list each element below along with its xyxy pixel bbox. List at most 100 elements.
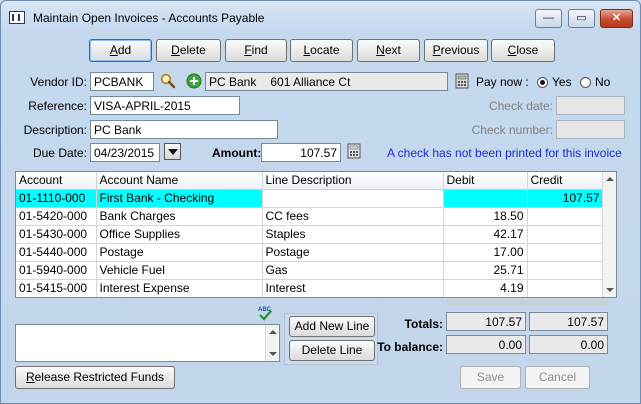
cell-account[interactable]: 01-5440-000 — [16, 243, 97, 262]
cell-line-description[interactable]: CC fees — [262, 207, 444, 226]
distribution-grid[interactable]: Account Account Name Line Description De… — [15, 171, 617, 298]
col-account-name[interactable]: Account Name — [96, 172, 263, 190]
credit-balance: 0.00 — [529, 335, 608, 354]
check-date-input[interactable] — [556, 96, 625, 115]
line-actions-group: Add New Line Delete Line — [284, 313, 378, 365]
release-restricted-funds-button[interactable]: Release Restricted Funds — [15, 366, 175, 389]
description-input[interactable]: PC Bank — [90, 120, 278, 139]
cell-debit[interactable]: 42.17 — [443, 225, 528, 244]
invoice-window: Maintain Open Invoices - Accounts Payabl… — [0, 0, 641, 404]
cell-account-name[interactable]: Postage — [96, 243, 263, 262]
cell-debit[interactable]: 25.71 — [443, 261, 528, 280]
table-row[interactable]: 01-1110-000 First Bank - Checking 107.57 — [16, 189, 604, 208]
spell-check-icon[interactable]: ABC — [257, 305, 273, 321]
cell-debit[interactable]: 17.00 — [443, 243, 528, 262]
pay-now-label: Pay now : — [476, 75, 529, 89]
cell-debit[interactable] — [443, 189, 528, 208]
pay-now-no-label: No — [595, 75, 611, 89]
delete-line-button[interactable]: Delete Line — [289, 340, 375, 361]
close-window-button[interactable]: ✕ — [600, 9, 633, 28]
cell-credit[interactable] — [527, 279, 604, 297]
scroll-down-icon[interactable] — [269, 352, 277, 356]
cell-account[interactable]: 01-5415-000 — [16, 279, 97, 297]
col-line-description[interactable]: Line Description — [262, 172, 444, 190]
totals-label: Totals: — [404, 317, 443, 331]
add-vendor-icon[interactable] — [186, 73, 202, 89]
grid-scrollbar[interactable] — [602, 172, 616, 297]
notes-textarea[interactable] — [15, 324, 280, 362]
vendor-id-input[interactable]: PCBANK — [90, 72, 154, 91]
vendor-id-label: Vendor ID: — [30, 75, 87, 89]
pay-now-yes-label: Yes — [552, 75, 572, 89]
cell-credit[interactable] — [527, 243, 604, 262]
calculator-icon[interactable] — [454, 73, 470, 89]
cell-debit[interactable]: 4.19 — [443, 279, 528, 297]
cell-account-name[interactable]: Bank Charges — [96, 207, 263, 226]
cell-account[interactable]: 01-5940-000 — [16, 261, 97, 280]
add-new-line-button[interactable]: Add New Line — [289, 316, 375, 337]
due-date-input[interactable]: 04/23/2015 — [90, 143, 160, 162]
pay-now-yes-radio[interactable] — [537, 77, 548, 88]
table-row[interactable]: 01-5940-000 Vehicle Fuel Gas 25.71 — [16, 261, 604, 280]
check-number-label: Check number: — [471, 123, 553, 137]
previous-button[interactable]: Previous — [424, 39, 488, 62]
table-row[interactable]: 01-5415-000 Interest Expense Interest 4.… — [16, 279, 604, 297]
pay-now-no-radio[interactable] — [580, 77, 591, 88]
cell-account[interactable]: 01-1110-000 — [16, 189, 97, 208]
table-row[interactable]: 01-5430-000 Office Supplies Staples 42.1… — [16, 225, 604, 244]
table-row[interactable]: 01-5420-000 Bank Charges CC fees 18.50 — [16, 207, 604, 226]
cell-line-description[interactable]: Postage — [262, 243, 444, 262]
cell-line-description[interactable]: Staples — [262, 225, 444, 244]
find-button[interactable]: Find — [225, 39, 287, 62]
amount-input[interactable]: 107.57 — [261, 143, 341, 162]
cancel-button[interactable]: Cancel — [525, 366, 590, 389]
scroll-up-icon[interactable] — [606, 177, 614, 181]
cell-credit[interactable] — [527, 225, 604, 244]
add-button[interactable]: Add — [89, 39, 152, 62]
next-button[interactable]: Next — [357, 39, 420, 62]
cell-debit[interactable]: 18.50 — [443, 207, 528, 226]
cell-account-name[interactable]: Vehicle Fuel — [96, 261, 263, 280]
reference-input[interactable]: VISA-APRIL-2015 — [90, 96, 240, 115]
cell-credit[interactable] — [527, 261, 604, 280]
cell-credit[interactable] — [527, 207, 604, 226]
check-status-notice: A check has not been printed for this in… — [387, 146, 622, 160]
calculator-icon[interactable] — [346, 143, 362, 159]
vendor-name-display: PC Bank 601 Alliance Ct — [205, 72, 448, 91]
window-title: Maintain Open Invoices - Accounts Payabl… — [33, 11, 265, 25]
cell-credit[interactable]: 107.57 — [527, 189, 604, 208]
cell-line-description[interactable]: Interest — [262, 279, 444, 297]
col-debit[interactable]: Debit — [443, 172, 528, 190]
check-date-label: Check date: — [488, 99, 553, 113]
notes-scrollbar[interactable] — [265, 325, 279, 361]
cell-line-description[interactable] — [262, 189, 444, 208]
date-picker-button[interactable] — [164, 143, 181, 160]
col-account[interactable]: Account — [16, 172, 97, 190]
amount-label: Amount: — [212, 146, 262, 160]
delete-button[interactable]: Delete — [156, 39, 221, 62]
distribution-table: Account Account Name Line Description De… — [16, 172, 604, 297]
cell-line-description[interactable]: Gas — [262, 261, 444, 280]
minimize-button[interactable]: — — [535, 9, 562, 28]
chevron-down-icon — [168, 149, 178, 155]
scroll-down-icon[interactable] — [606, 288, 614, 292]
maximize-button[interactable]: ▭ — [568, 9, 595, 28]
cell-account[interactable]: 01-5420-000 — [16, 207, 97, 226]
search-icon[interactable] — [160, 73, 176, 89]
cell-account-name[interactable]: First Bank - Checking — [96, 189, 263, 208]
save-button[interactable]: Save — [460, 366, 521, 389]
main-panel: Add Delete Find Locate Next Previous Clo… — [9, 31, 634, 399]
cell-account[interactable]: 01-5430-000 — [16, 225, 97, 244]
cell-account-name[interactable]: Interest Expense — [96, 279, 263, 297]
totals-separator — [446, 300, 608, 305]
app-icon — [9, 11, 25, 24]
col-credit[interactable]: Credit — [527, 172, 604, 190]
check-number-input[interactable] — [556, 120, 625, 139]
description-label: Description: — [23, 123, 87, 137]
cell-account-name[interactable]: Office Supplies — [96, 225, 263, 244]
table-row[interactable]: 01-5440-000 Postage Postage 17.00 — [16, 243, 604, 262]
close-button[interactable]: Close — [491, 39, 555, 62]
locate-button[interactable]: Locate — [290, 39, 353, 62]
vendor-address: 601 Alliance Ct — [270, 75, 351, 89]
scroll-up-icon[interactable] — [269, 330, 277, 334]
